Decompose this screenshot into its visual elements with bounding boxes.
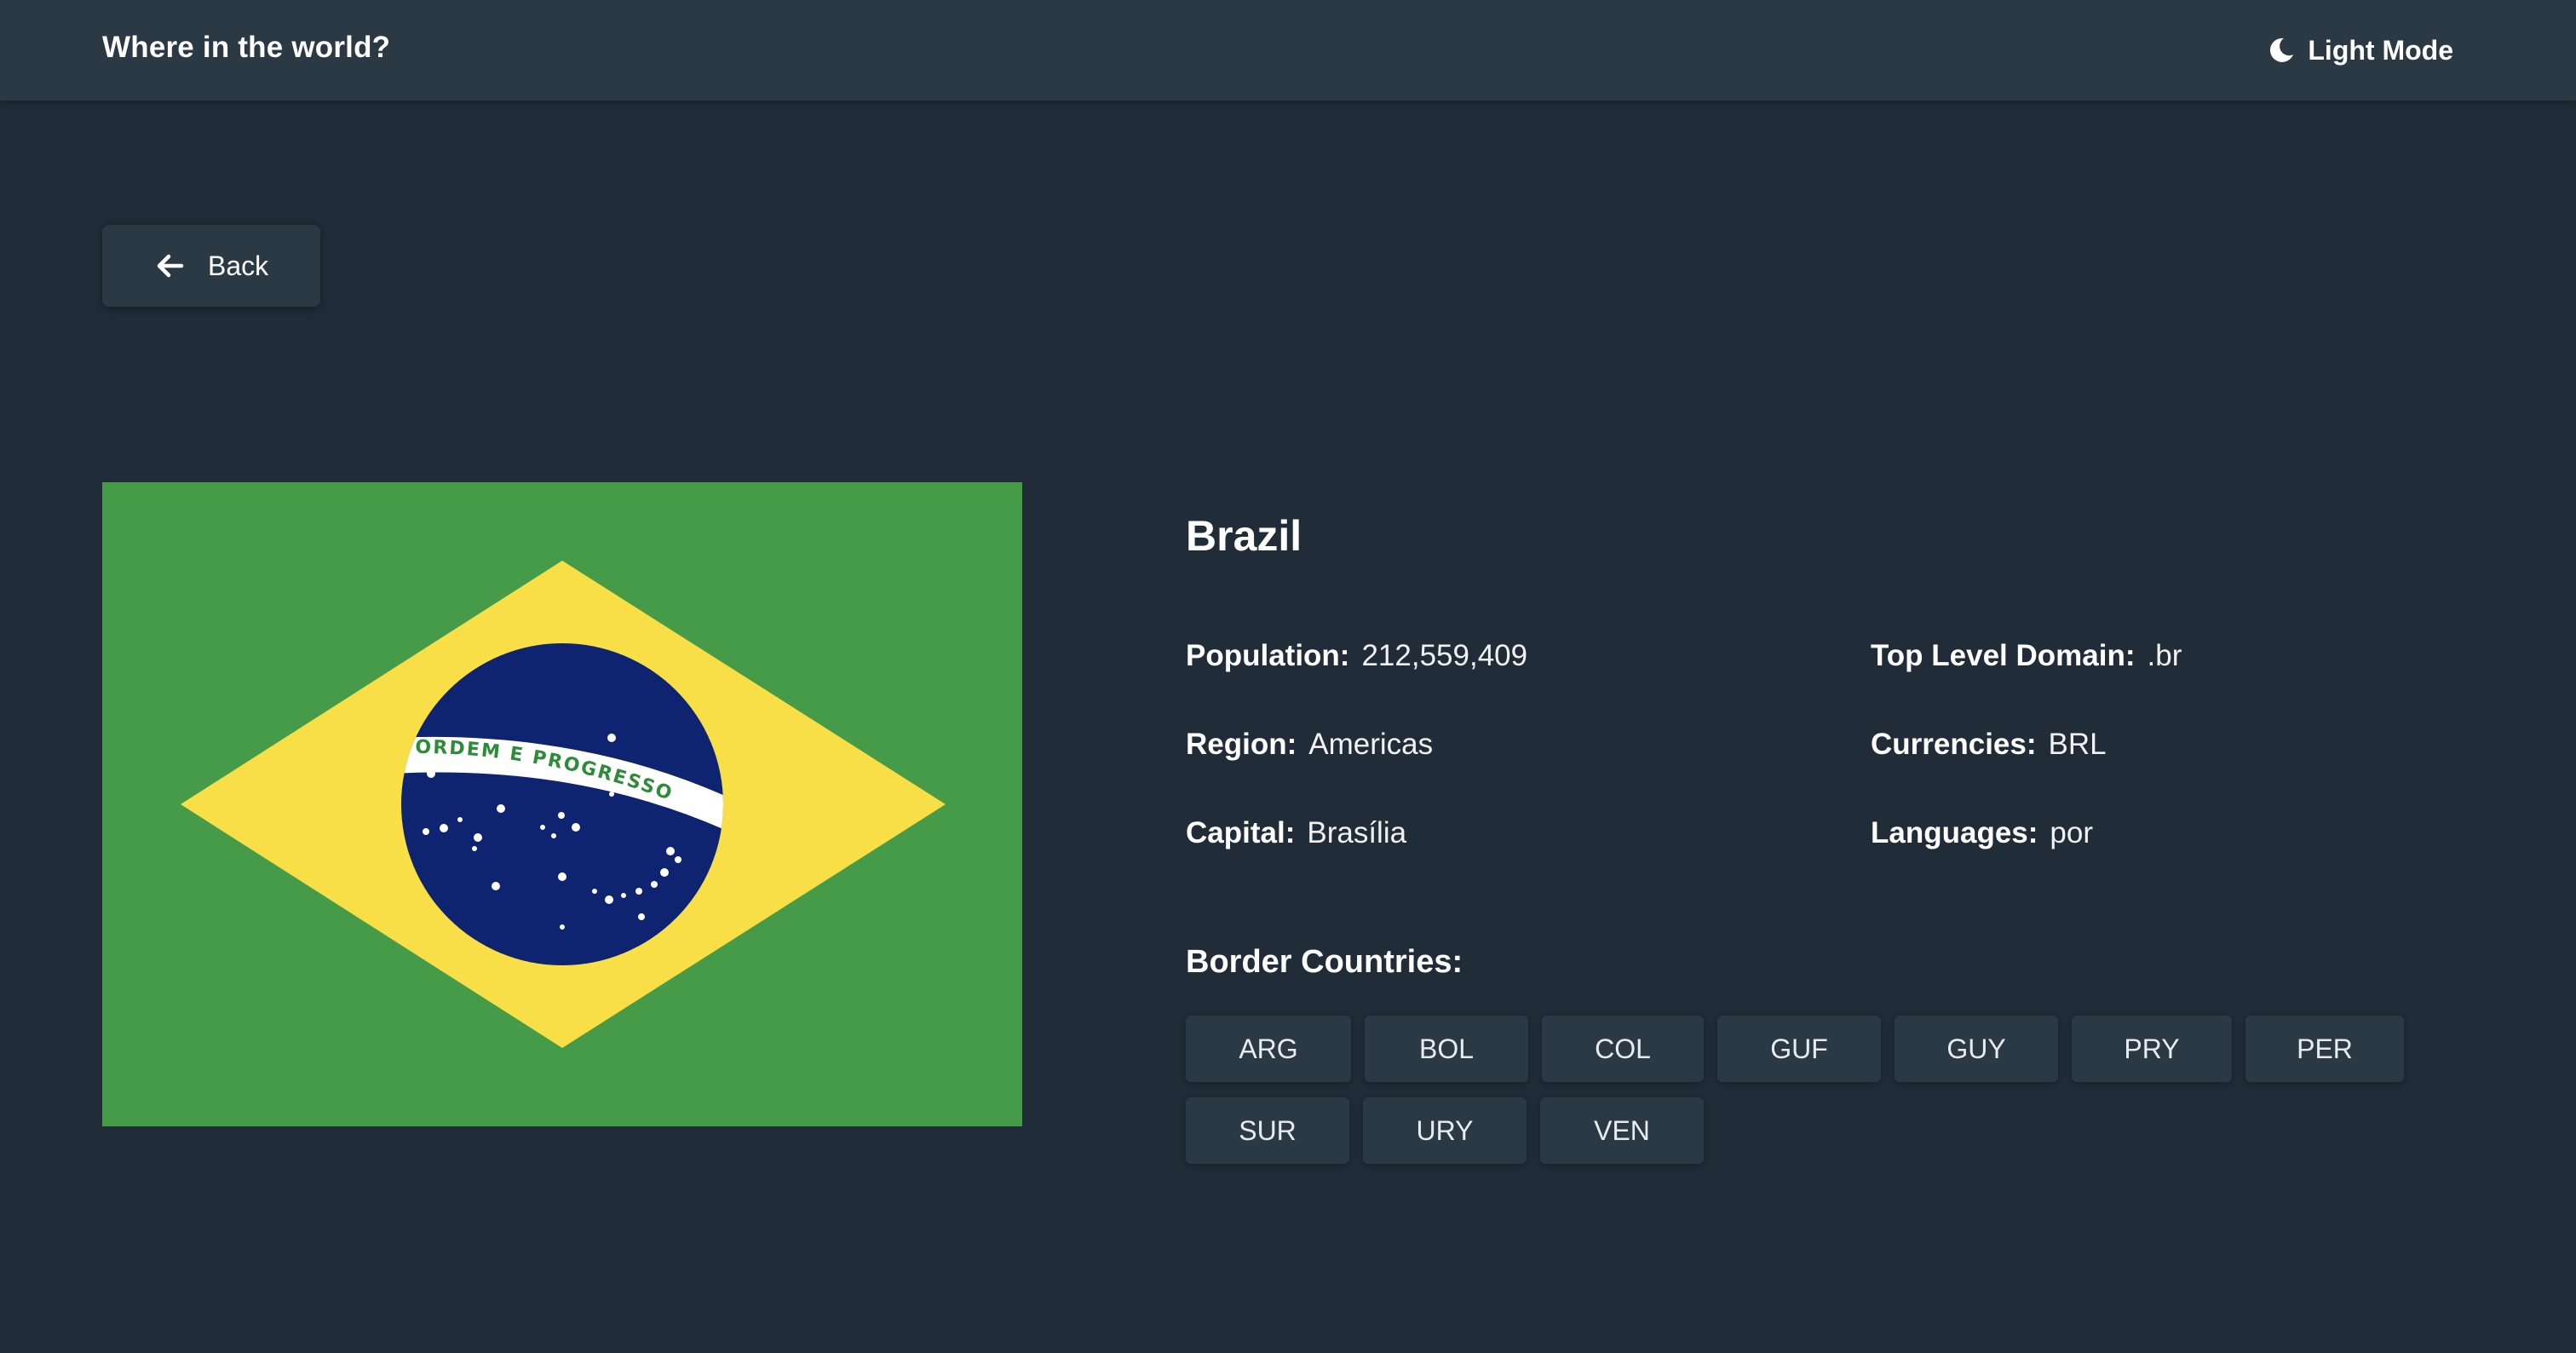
header-bar: Where in the world? Light Mode bbox=[0, 0, 2576, 101]
currencies-label: Currencies: bbox=[1871, 728, 2037, 761]
theme-toggle-label: Light Mode bbox=[2308, 34, 2453, 66]
tld-value: .br bbox=[2147, 639, 2182, 672]
population-value: 212,559,409 bbox=[1361, 639, 1528, 672]
border-country-button[interactable]: GUY bbox=[1895, 1016, 2058, 1082]
border-country-button[interactable]: PER bbox=[2245, 1016, 2404, 1082]
capital-row: Capital: Brasília bbox=[1186, 816, 1406, 850]
border-country-button[interactable]: PRY bbox=[2072, 1016, 2232, 1082]
app-title: Where in the world? bbox=[102, 31, 391, 64]
population-label: Population: bbox=[1186, 639, 1350, 672]
region-label: Region: bbox=[1186, 728, 1297, 761]
border-country-button[interactable]: ARG bbox=[1186, 1016, 1351, 1082]
back-button-label: Back bbox=[208, 250, 269, 281]
arrow-left-icon bbox=[157, 254, 184, 278]
capital-value: Brasília bbox=[1307, 816, 1407, 849]
border-countries-title: Border Countries: bbox=[1186, 944, 1463, 980]
border-country-button[interactable]: BOL bbox=[1365, 1016, 1528, 1082]
currencies-value: BRL bbox=[2048, 728, 2107, 761]
border-country-button[interactable]: SUR bbox=[1186, 1097, 1349, 1164]
border-country-button[interactable]: COL bbox=[1542, 1016, 1704, 1082]
border-country-button[interactable]: VEN bbox=[1540, 1097, 1704, 1164]
border-country-button[interactable]: URY bbox=[1363, 1097, 1527, 1164]
languages-label: Languages: bbox=[1871, 816, 2038, 849]
region-value: Americas bbox=[1308, 728, 1434, 761]
border-country-button[interactable]: GUF bbox=[1717, 1016, 1881, 1082]
capital-label: Capital: bbox=[1186, 816, 1296, 849]
tld-row: Top Level Domain: .br bbox=[1871, 639, 2182, 673]
region-row: Region: Americas bbox=[1186, 728, 1433, 762]
back-button[interactable]: Back bbox=[102, 225, 320, 307]
tld-label: Top Level Domain: bbox=[1871, 639, 2136, 672]
country-flag: ORDEM E PROGRESSO bbox=[102, 482, 1022, 1126]
country-name: Brazil bbox=[1186, 512, 1302, 560]
moon-icon bbox=[2270, 37, 2294, 62]
population-row: Population: 212,559,409 bbox=[1186, 639, 1527, 673]
languages-row: Languages: por bbox=[1871, 816, 2093, 850]
theme-toggle-button[interactable]: Light Mode bbox=[2267, 27, 2453, 73]
languages-value: por bbox=[2050, 816, 2094, 849]
currencies-row: Currencies: BRL bbox=[1871, 728, 2107, 762]
